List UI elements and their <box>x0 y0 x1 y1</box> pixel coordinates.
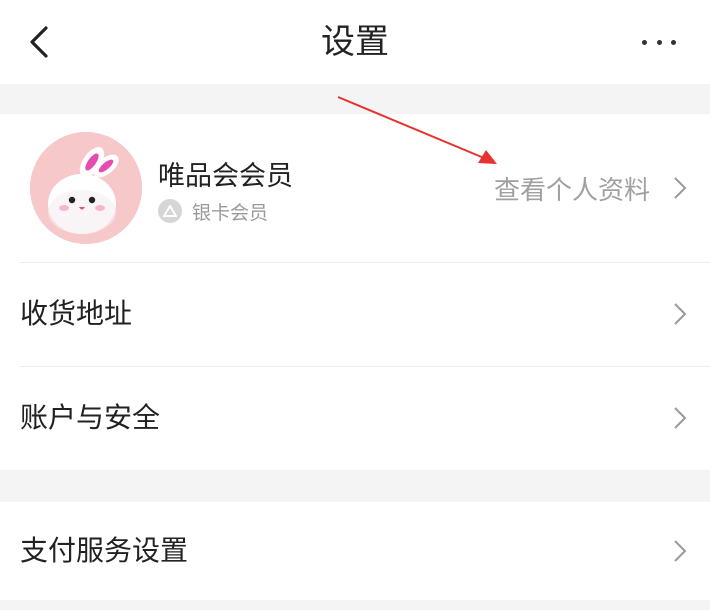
menu-item-label: 账户与安全 <box>20 401 161 434</box>
view-profile-link[interactable]: 查看个人资料 <box>494 170 650 207</box>
menu-item-label: 支付服务设置 <box>20 534 189 567</box>
menu-item-shipping-address[interactable]: 收货地址 <box>0 262 710 366</box>
profile-row[interactable]: 唯品会会员 银卡会员 查看个人资料 <box>0 114 710 262</box>
member-level-badge: 银卡会员 <box>158 198 268 224</box>
top-navigation-bar: 设置 <box>0 0 710 84</box>
more-options-button[interactable] <box>642 28 676 56</box>
payment-card: 支付服务设置 <box>0 502 710 600</box>
settings-page: 设置 唯品会会员 银卡会员 查看个人资料 收货地址 账户与安全 支付服务设置 <box>0 0 710 610</box>
chevron-right-icon <box>674 177 687 199</box>
member-level-label: 银卡会员 <box>192 201 269 224</box>
back-button[interactable] <box>22 22 62 62</box>
more-horizontal-icon <box>642 39 647 45</box>
chevron-right-icon <box>674 540 687 562</box>
chevron-right-icon <box>674 407 687 429</box>
username: 唯品会会员 <box>158 161 293 192</box>
page-title: 设置 <box>321 22 389 62</box>
member-tier-icon <box>158 199 182 223</box>
avatar <box>30 132 142 244</box>
menu-item-label: 收货地址 <box>20 297 133 330</box>
chevron-left-icon <box>30 26 48 58</box>
menu-item-account-security[interactable]: 账户与安全 <box>0 366 710 470</box>
chevron-right-icon <box>674 303 687 325</box>
account-card: 唯品会会员 银卡会员 查看个人资料 收货地址 账户与安全 <box>0 114 710 470</box>
menu-item-payment-settings[interactable]: 支付服务设置 <box>0 502 710 600</box>
bunny-avatar-icon <box>30 132 142 244</box>
